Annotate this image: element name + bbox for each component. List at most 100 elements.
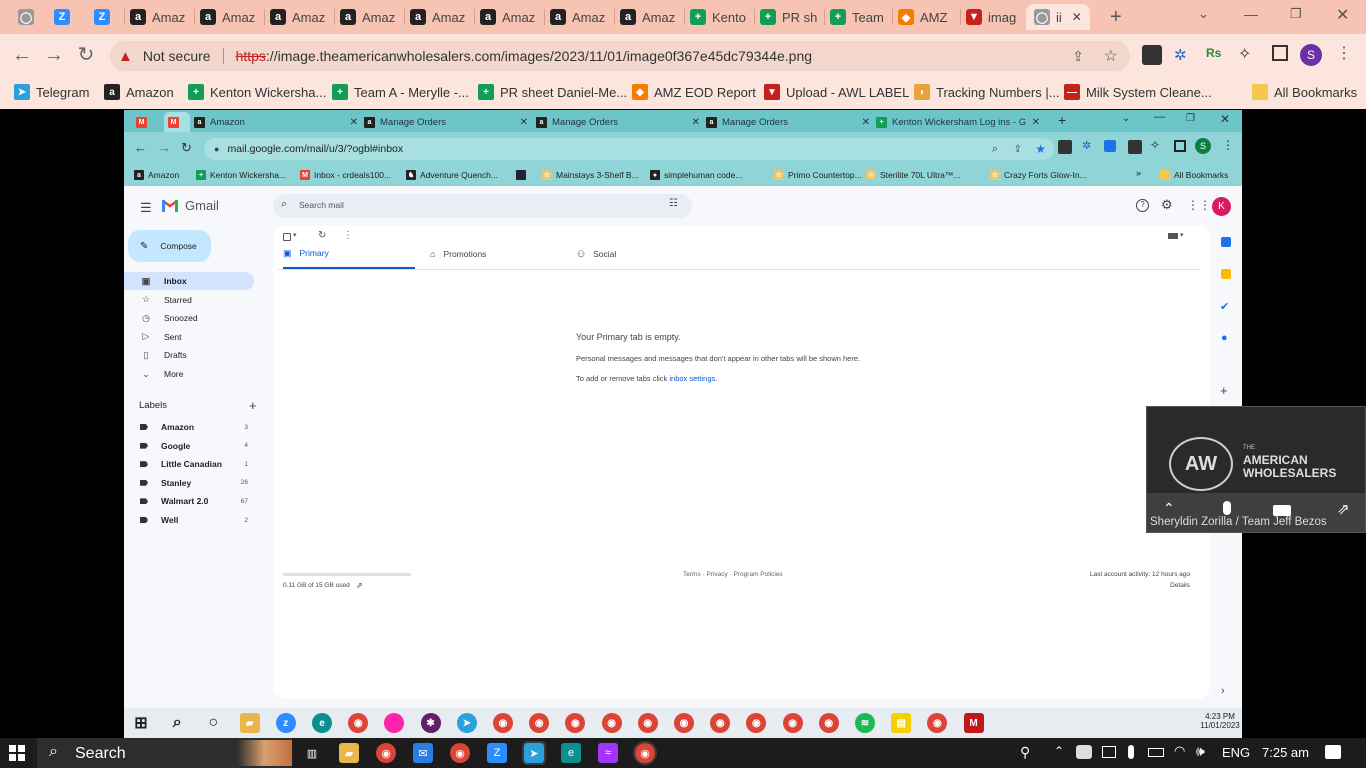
chrome-icon[interactable]: ◉ [633,741,657,765]
sidebar-item-starred[interactable]: ☆ Starred [124,291,254,309]
camera-icon[interactable] [1102,746,1116,758]
inner-bookmark-item[interactable]: ☆ Primo Countertop... [774,168,862,182]
restore-button[interactable]: ❐ [1186,113,1195,124]
new-tab-button[interactable]: + [1110,6,1122,29]
extension-icon[interactable]: Rs [1206,46,1221,60]
chrome-icon[interactable]: ◉ [710,713,731,733]
chrome-icon[interactable]: ◉ [674,713,694,733]
minimize-button[interactable]: — [1244,6,1258,22]
label-item[interactable]: Little Canadian 1 [124,455,254,473]
side-panel-icon[interactable] [1272,45,1288,61]
volume-icon[interactable]: 🕪 [1196,743,1205,760]
close-window-button[interactable]: ✕ [1220,112,1230,126]
outer-tab[interactable]: a Amaz [130,4,192,30]
address-bar[interactable]: ▲ Not secure https ://image.theamericanw… [110,41,1130,71]
back-button[interactable]: ← [134,140,147,155]
inner-bookmark-item[interactable]: a Amazon [134,168,179,182]
inner-tab[interactable]: M [136,112,162,132]
video-camera-icon[interactable] [1273,505,1291,516]
add-label-icon[interactable]: + [249,398,257,413]
select-dropdown-icon[interactable]: ▾ [293,231,297,239]
zoom-icon[interactable]: Z [487,743,507,763]
forward-button[interactable]: → [158,140,171,155]
reload-button[interactable]: ↻ [74,43,98,67]
inner-bookmark-item[interactable]: + Kenton Wickersha... [196,168,286,182]
chrome-icon[interactable]: ◉ [746,713,767,733]
bookmark-item[interactable]: — Milk System Cleane... [1064,82,1212,102]
chrome-icon[interactable]: ◉ [565,713,586,733]
sidebar-item-snoozed[interactable]: ◷ Snoozed [124,309,254,327]
inner-tab[interactable]: a Manage Orders ✕ [364,112,532,132]
zoom-video-overlay[interactable]: AW THE AMERICAN WHOLESALERS ⌃ ⇗ Sheryldi… [1146,406,1366,533]
outer-tab[interactable]: a Amaz [410,4,472,30]
close-tab-icon[interactable]: ✕ [1032,117,1040,128]
outer-tab[interactable]: + PR sh [760,4,822,30]
tab-search-chevron-icon[interactable]: ⌄ [1198,6,1209,22]
taskbar-search[interactable]: ⌕ Search [37,738,292,768]
outer-tab[interactable]: + Team [830,4,892,30]
inner-tab[interactable]: M [164,112,190,132]
help-icon[interactable]: ? [1136,199,1149,212]
label-item[interactable]: Walmart 2.0 67 [124,492,254,510]
inner-bookmark-item[interactable]: M Inbox - crdeals100... [300,168,391,182]
microphone-icon[interactable] [1128,745,1134,759]
security-label[interactable]: Not secure [143,48,211,64]
add-addon-icon[interactable]: + [1220,383,1228,398]
language-indicator[interactable]: ENG [1222,745,1250,760]
puzzle-icon[interactable]: ✧ [1150,138,1160,152]
puzzle-icon[interactable]: ✧ [1238,44,1251,64]
restore-button[interactable]: ❐ [1290,6,1302,22]
search-options-icon[interactable]: ☷ [669,198,678,209]
close-tab-icon[interactable]: ✕ [1072,10,1082,24]
bookmark-star-icon[interactable]: ★ [1035,142,1046,156]
profile-avatar[interactable]: S [1300,44,1322,66]
close-window-button[interactable]: ✕ [1336,5,1349,25]
outer-tab[interactable]: a Amaz [620,4,682,30]
back-button[interactable]: ← [10,43,34,67]
chrome-icon[interactable]: ◉ [601,713,622,733]
inner-bookmark-item[interactable]: ☆ Crazy Forts Glow-In... [990,168,1087,182]
outer-tab[interactable]: a Amaz [340,4,402,30]
close-tab-icon[interactable]: ✕ [862,117,870,128]
chrome-icon[interactable]: ◉ [450,743,470,763]
share-icon[interactable]: ⇪ [1014,144,1022,155]
main-menu-icon[interactable]: ☰ [140,200,152,216]
sticky-notes-icon[interactable]: ▤ [891,713,912,733]
menu-icon[interactable]: ⋮ [1336,43,1352,63]
bookmark-item[interactable]: ◆ AMZ EOD Report [632,82,756,102]
paint-icon[interactable] [384,713,405,733]
search-box[interactable]: ⌕ Search mail ☷ [273,194,692,218]
edge-icon[interactable]: e [312,713,332,733]
sidebar-item-sent[interactable]: ▷ Sent [124,328,254,346]
messenger-icon[interactable]: ≈ [598,743,618,763]
reload-button[interactable]: ↻ [181,140,192,156]
start-icon[interactable]: ⊞ [131,713,151,733]
all-bookmarks[interactable]: All Bookmarks [1252,82,1357,102]
inner-bookmark-item[interactable]: ● simplehuman code... [650,168,742,182]
label-item[interactable]: Google 4 [124,437,254,455]
windows-start-icon[interactable] [9,745,25,761]
settings-gear-icon[interactable]: ⚙ [1161,197,1173,213]
outer-tab[interactable]: a Amaz [550,4,612,30]
extension-icon[interactable] [1104,140,1116,152]
zoom-icon[interactable]: z [275,713,296,733]
side-panel-icon[interactable] [1174,140,1186,152]
sidebar-item-drafts[interactable]: ▯ Drafts [124,346,254,364]
inner-bookmark-item[interactable]: ♞ Adventure Quench... [406,168,498,182]
inner-tab[interactable]: a Amazon ✕ [194,112,362,132]
inbox-settings-link[interactable]: inbox settings [669,374,715,383]
profile-avatar[interactable]: S [1195,138,1211,154]
inner-bookmark-item[interactable] [516,168,526,182]
tab-social[interactable]: ⚇ Social [577,239,709,269]
input-tools-icon[interactable] [1168,233,1178,239]
people-icon[interactable]: ⚲ [1020,744,1030,761]
bookmark-item[interactable]: ◗ Tracking Numbers |... [914,82,1060,102]
show-hidden-icon[interactable]: ⌃ [1054,744,1064,758]
chrome-icon[interactable]: ◉ [376,743,396,763]
outer-tab[interactable]: a Amaz [200,4,262,30]
tab-promotions[interactable]: ⌂ Promotions [430,239,562,269]
input-tools-dropdown-icon[interactable]: ▾ [1180,231,1184,239]
label-item[interactable]: Stanley 26 [124,474,254,492]
telegram-icon[interactable]: ➤ [522,741,546,765]
contacts-icon[interactable]: ● [1221,332,1228,344]
